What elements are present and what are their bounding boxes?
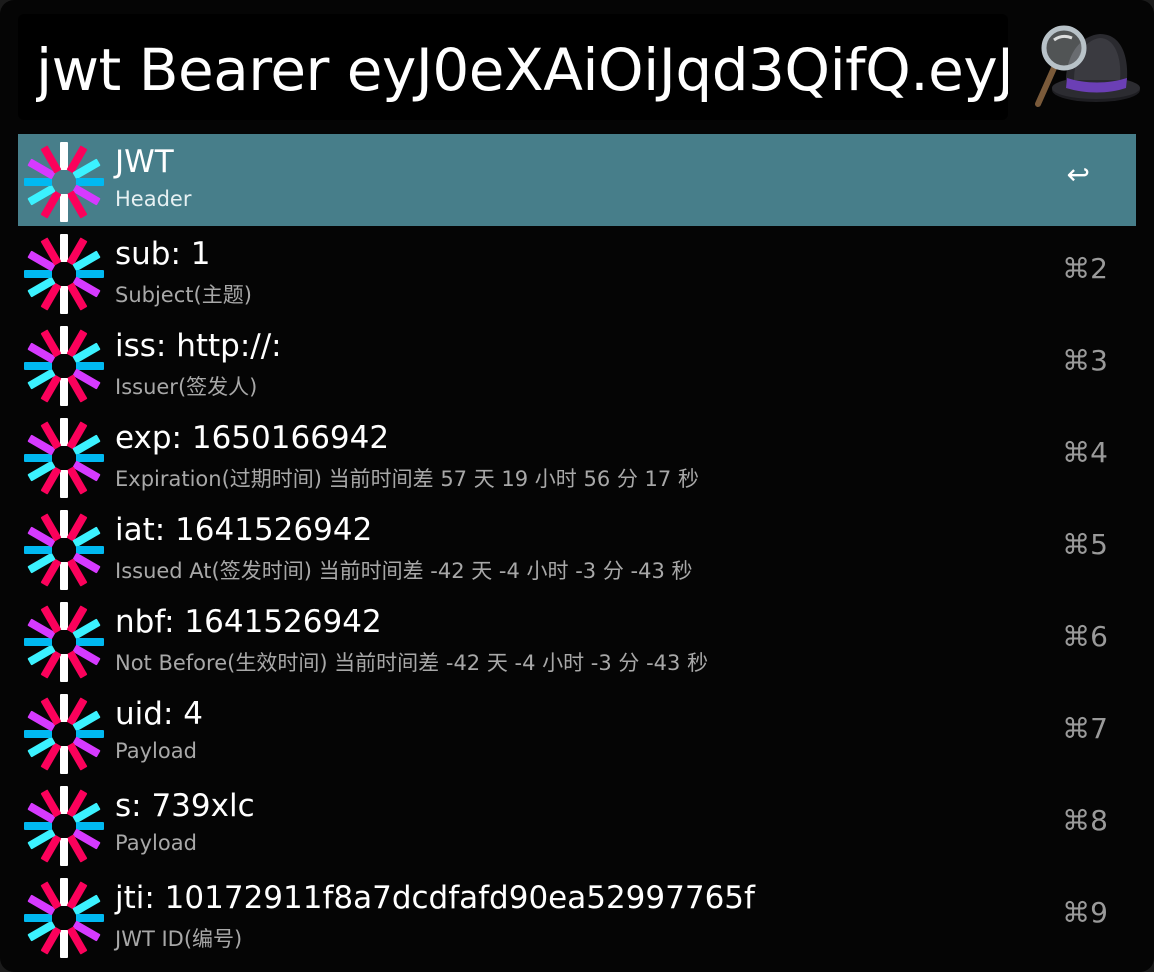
result-row[interactable]: iat: 1641526942 Issued At(签发时间) 当前时间差 -42… (18, 502, 1136, 594)
shortcut-hint: ⌘6 (1062, 620, 1108, 653)
result-row[interactable]: JWT Header ↩ (18, 134, 1136, 226)
result-title: jti: 10172911f8a7dcdfafd90ea52997765f (115, 880, 755, 916)
result-subtitle: Issuer(签发人) (115, 375, 258, 399)
shortcut-hint: ⌘2 (1062, 252, 1108, 285)
result-subtitle: Not Before(生效时间) 当前时间差 -42 天 -4 小时 -3 分 … (115, 651, 709, 675)
shortcut-hint: ⌘5 (1062, 528, 1108, 561)
result-row[interactable]: exp: 1650166942 Expiration(过期时间) 当前时间差 57… (18, 410, 1136, 502)
jwt-logo-icon (24, 142, 104, 222)
result-subtitle: Subject(主题) (115, 283, 252, 307)
result-row[interactable]: iss: http://: Issuer(签发人) ⌘3 (18, 318, 1136, 410)
jwt-logo-icon (24, 234, 104, 314)
result-row[interactable]: nbf: 1641526942 Not Before(生效时间) 当前时间差 -4… (18, 594, 1136, 686)
alfred-hat-icon (1030, 22, 1142, 110)
jwt-logo-icon (24, 602, 104, 682)
result-title: iat: 1641526942 (115, 512, 373, 548)
result-row[interactable]: jti: 10172911f8a7dcdfafd90ea52997765f JWT… (18, 870, 1136, 962)
search-input[interactable]: jwt Bearer eyJ0eXAiOiJqd3QifQ.eyJ (36, 14, 1008, 120)
result-subtitle: JWT ID(编号) (115, 927, 243, 951)
result-title: s: 739xlc (115, 788, 255, 824)
result-title: exp: 1650166942 (115, 420, 390, 456)
result-title: JWT (115, 144, 174, 180)
jwt-logo-icon (24, 510, 104, 590)
shortcut-hint: ⌘4 (1062, 436, 1108, 469)
jwt-logo-icon (24, 786, 104, 866)
result-subtitle: Header (115, 187, 192, 211)
result-subtitle: Expiration(过期时间) 当前时间差 57 天 19 小时 56 分 1… (115, 467, 699, 491)
result-title: iss: http://: (115, 328, 282, 364)
result-title: nbf: 1641526942 (115, 604, 382, 640)
result-title: uid: 4 (115, 696, 203, 732)
results-list: JWT Header ↩ sub: 1 Subject(主题) ⌘2 iss: http:/… (18, 134, 1136, 962)
jwt-logo-icon (24, 694, 104, 774)
result-title: sub: 1 (115, 236, 211, 272)
result-subtitle: Payload (115, 739, 197, 763)
result-row[interactable]: sub: 1 Subject(主题) ⌘2 (18, 226, 1136, 318)
launcher-window: jwt Bearer eyJ0eXAiOiJqd3QifQ.eyJ JWT Hea… (0, 0, 1154, 972)
result-subtitle: Payload (115, 831, 197, 855)
jwt-logo-icon (24, 418, 104, 498)
shortcut-hint: ⌘8 (1062, 804, 1108, 837)
search-bar[interactable]: jwt Bearer eyJ0eXAiOiJqd3QifQ.eyJ (18, 14, 1008, 120)
shortcut-hint: ⌘3 (1062, 344, 1108, 377)
jwt-logo-icon (24, 326, 104, 406)
return-key-hint: ↩ (1066, 158, 1090, 191)
shortcut-hint: ⌘7 (1062, 712, 1108, 745)
result-row[interactable]: s: 739xlc Payload ⌘8 (18, 778, 1136, 870)
result-subtitle: Issued At(签发时间) 当前时间差 -42 天 -4 小时 -3 分 -… (115, 559, 693, 583)
result-row[interactable]: uid: 4 Payload ⌘7 (18, 686, 1136, 778)
shortcut-hint: ⌘9 (1062, 896, 1108, 929)
jwt-logo-icon (24, 878, 104, 958)
